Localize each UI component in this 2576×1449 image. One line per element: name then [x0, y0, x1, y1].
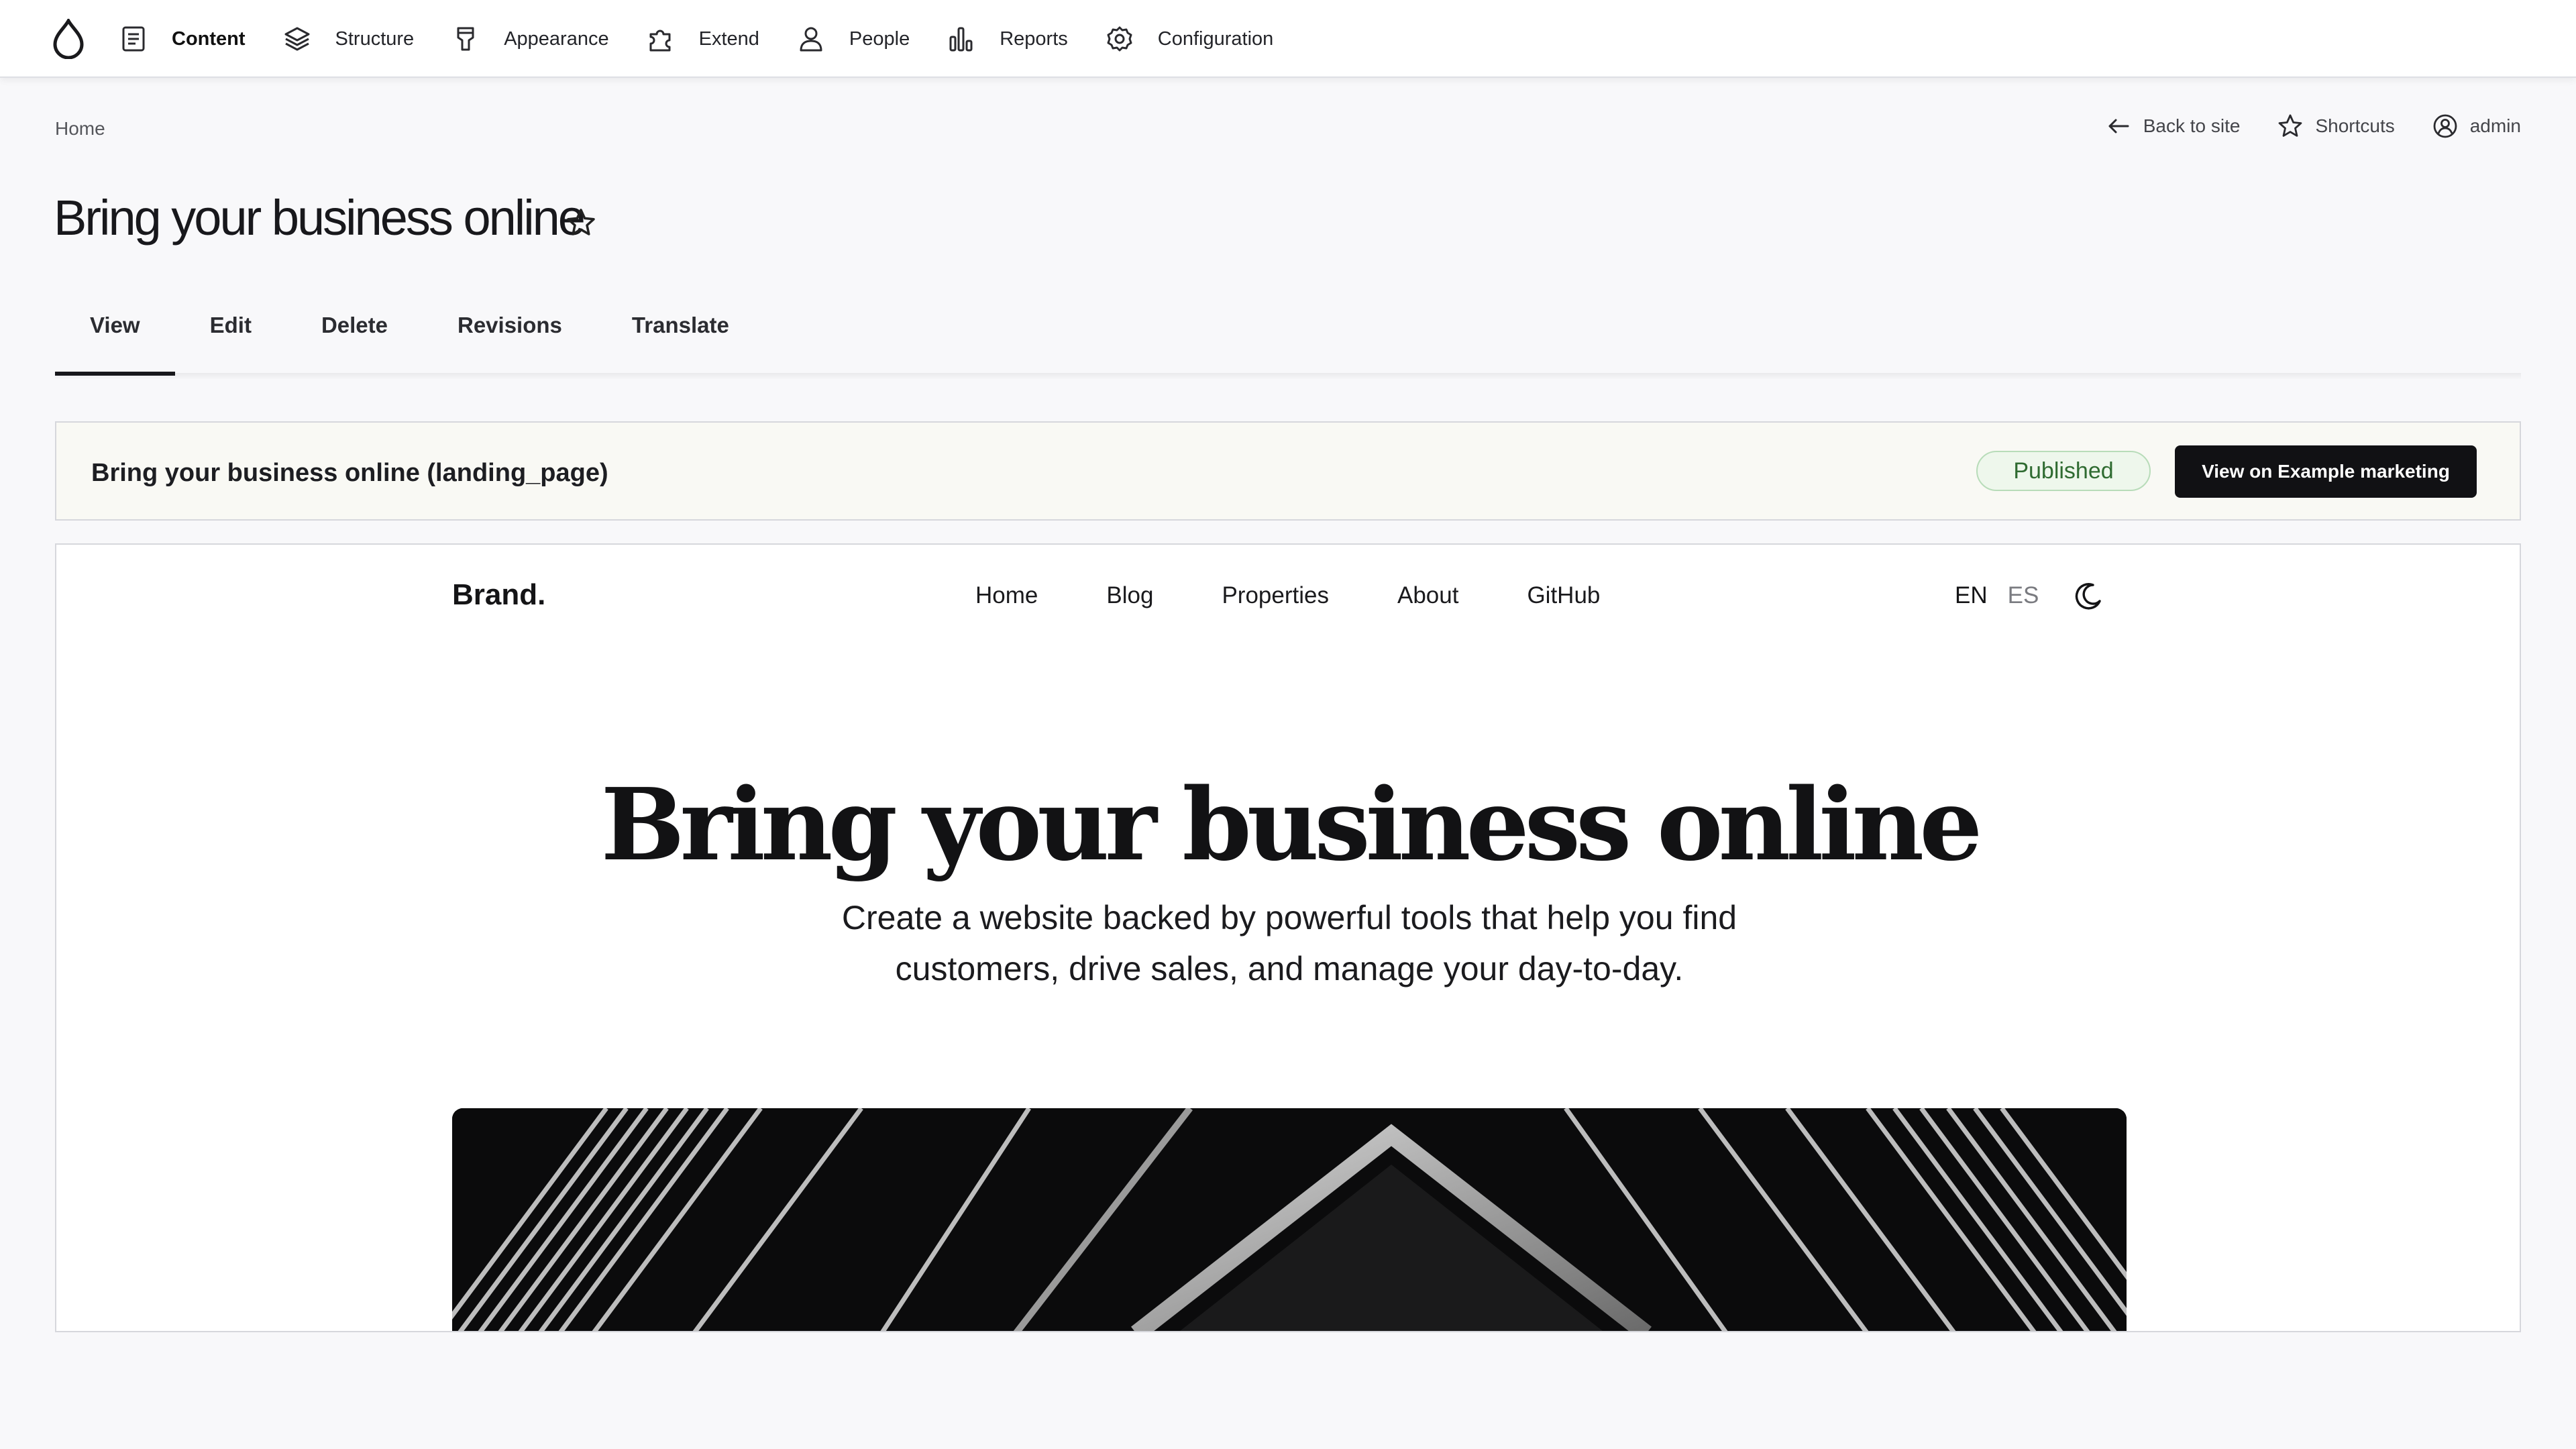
- toolbar-item-label: Extend: [698, 28, 759, 50]
- toolbar-item-content[interactable]: Content: [119, 0, 246, 78]
- breadcrumb-home[interactable]: Home: [55, 118, 105, 140]
- tab-translate[interactable]: Translate: [597, 288, 764, 376]
- site-nav-home[interactable]: Home: [975, 582, 1038, 609]
- hero-image-graphic: [452, 1108, 2127, 1331]
- content-info-title: Bring your business online (landing_page…: [91, 459, 608, 487]
- toolbar-item-label: Configuration: [1157, 28, 1274, 50]
- page-preview: Brand. Home Blog Properties About GitHub…: [55, 543, 2521, 1332]
- tabs-divider: [55, 373, 2521, 380]
- tab-view[interactable]: View: [55, 288, 175, 376]
- tab-delete[interactable]: Delete: [286, 288, 423, 376]
- toolbar-nav: Content Structure Appearance Extend Peop…: [119, 0, 1311, 78]
- toolbar-item-extend[interactable]: Extend: [647, 0, 759, 78]
- toolbar-item-label: People: [849, 28, 910, 50]
- language-en[interactable]: EN: [1955, 582, 1988, 609]
- tab-edit[interactable]: Edit: [175, 288, 286, 376]
- back-to-site-link[interactable]: Back to site: [2106, 113, 2241, 139]
- site-nav-github[interactable]: GitHub: [1527, 582, 1600, 609]
- toolbar-item-label: Content: [172, 28, 246, 50]
- back-to-site-label: Back to site: [2143, 115, 2241, 136]
- toolbar-item-appearance[interactable]: Appearance: [451, 0, 609, 78]
- site-nav: Home Blog Properties About GitHub: [975, 582, 1668, 609]
- arrow-left-icon: [2108, 119, 2129, 133]
- local-tasks-tabs: View Edit Delete Revisions Translate: [55, 288, 764, 376]
- hero-building-image: [452, 1108, 2127, 1331]
- hero-subtitle: Create a website backed by powerful tool…: [841, 899, 1737, 987]
- user-menu[interactable]: admin: [2432, 113, 2521, 139]
- person-icon: [800, 27, 822, 52]
- toolbar-item-people[interactable]: People: [797, 0, 910, 78]
- site-brand-logo[interactable]: Brand.: [452, 578, 545, 612]
- puzzle-icon: [649, 30, 671, 52]
- tab-revisions[interactable]: Revisions: [423, 288, 597, 376]
- site-nav-blog[interactable]: Blog: [1106, 582, 1153, 609]
- hero-title: Bring your business online: [600, 766, 1983, 883]
- site-nav-properties[interactable]: Properties: [1222, 582, 1329, 609]
- admin-toolbar: Content Structure Appearance Extend Peop…: [0, 0, 2576, 78]
- toolbar-item-label: Structure: [335, 28, 415, 50]
- toolbar-item-label: Reports: [1000, 28, 1068, 50]
- toolbar-item-reports[interactable]: Reports: [947, 0, 1068, 78]
- content-info-bar: Bring your business online (landing_page…: [55, 421, 2521, 521]
- view-on-site-button[interactable]: View on Example marketing: [2175, 445, 2477, 498]
- language-es[interactable]: ES: [2008, 582, 2039, 609]
- paint-brush-icon: [457, 27, 474, 51]
- bar-chart-icon: [949, 27, 973, 52]
- add-shortcut-star-icon[interactable]: [565, 207, 597, 239]
- toolbar-item-label: Appearance: [504, 28, 609, 50]
- header-actions: Back to site Shortcuts admin: [2068, 111, 2521, 141]
- language-switcher: EN ES: [1955, 582, 2059, 609]
- dark-mode-moon-icon[interactable]: [2073, 581, 2104, 612]
- page-title: Bring your business online: [54, 190, 586, 246]
- user-name: admin: [2469, 115, 2521, 136]
- shortcuts-label: Shortcuts: [2315, 115, 2395, 136]
- shortcuts-link[interactable]: Shortcuts: [2277, 113, 2395, 139]
- site-nav-about[interactable]: About: [1397, 582, 1458, 609]
- toolbar-item-configuration[interactable]: Configuration: [1106, 0, 1274, 78]
- star-icon: [2279, 114, 2302, 137]
- status-badge: Published: [1976, 451, 2151, 491]
- layers-icon: [284, 27, 310, 51]
- user-circle-icon: [2433, 114, 2457, 138]
- gear-icon: [1107, 26, 1132, 52]
- document-icon: [122, 26, 145, 52]
- drupal-logo-icon[interactable]: [52, 19, 85, 59]
- toolbar-item-structure[interactable]: Structure: [283, 0, 415, 78]
